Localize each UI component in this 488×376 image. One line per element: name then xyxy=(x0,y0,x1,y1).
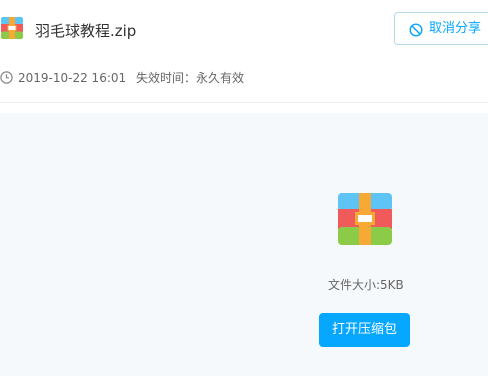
zip-archive-icon xyxy=(1,17,23,39)
cancel-share-label: 取消分享 xyxy=(429,21,482,36)
ban-icon xyxy=(409,22,423,37)
file-name: 羽毛球教程.zip xyxy=(35,22,137,40)
zip-archive-large-icon xyxy=(338,193,392,245)
share-date: 2019-10-22 16:01 xyxy=(18,71,127,85)
open-zip-button[interactable]: 打开压缩包 xyxy=(319,313,410,347)
file-size: 文件大小:5KB xyxy=(328,278,404,292)
clock-icon xyxy=(0,71,13,84)
cancel-share-button[interactable]: 取消分享 xyxy=(394,12,488,45)
share-page: 羽毛球教程.zip 取消分享 2019-10-22 16:01 失效时间：永久有… xyxy=(0,0,488,376)
divider xyxy=(0,102,488,103)
share-meta-row: 2019-10-22 16:01 失效时间：永久有效 xyxy=(0,68,488,88)
file-preview-panel: 文件大小:5KB 打开压缩包 xyxy=(0,113,488,376)
file-header: 羽毛球教程.zip 取消分享 xyxy=(0,0,488,62)
expiry-text: 失效时间：永久有效 xyxy=(136,71,245,85)
